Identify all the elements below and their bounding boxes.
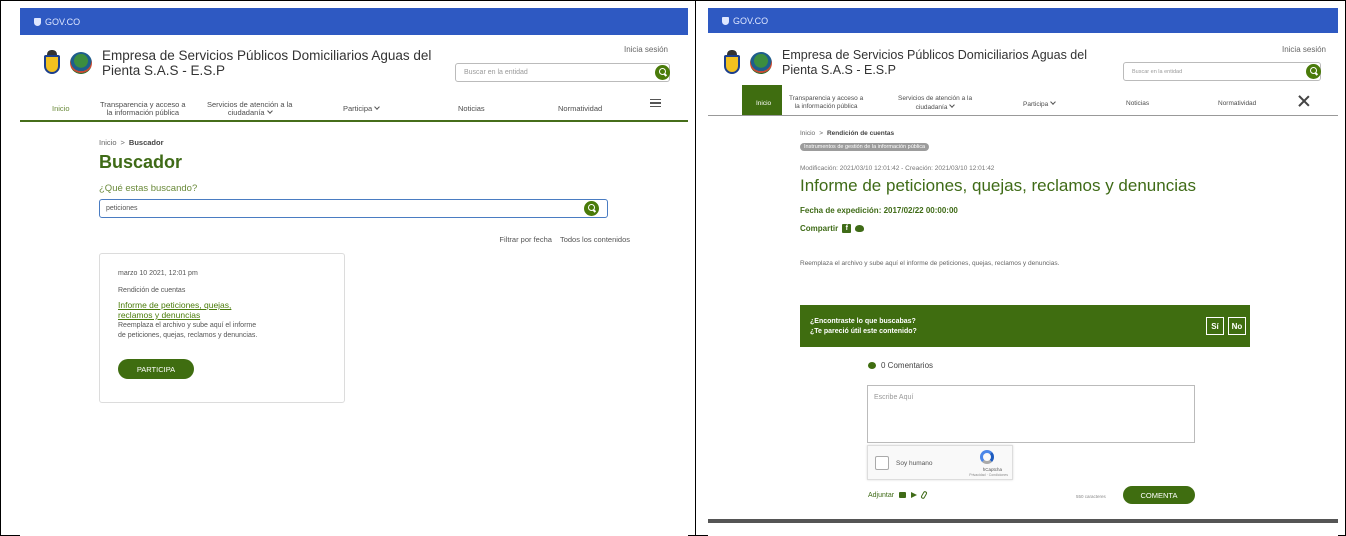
nav-transparencia[interactable]: Transparencia y acceso a la información p… <box>789 95 863 111</box>
gov-bar: GOV.CO <box>20 8 688 35</box>
nav-underline <box>708 115 1338 116</box>
gov-shield-icon <box>34 17 41 26</box>
feedback-bar: ¿Encontraste lo que buscabas? ¿Te pareci… <box>800 305 1250 347</box>
login-link[interactable]: Inicia sesión <box>624 45 668 54</box>
bottom-bar <box>708 519 1338 523</box>
search-icon[interactable] <box>584 201 599 216</box>
breadcrumb: Inicio > Buscador <box>99 138 164 147</box>
result-card: marzo 10 2021, 12:01 pm Rendición de cue… <box>99 253 345 403</box>
breadcrumb-current: Rendición de cuentas <box>826 130 895 137</box>
nav-servicios[interactable]: Servicios de atención a la ciudadanía <box>207 101 292 117</box>
nav-normatividad[interactable]: Normatividad <box>1218 100 1256 108</box>
hamburger-menu-icon[interactable] <box>650 99 661 107</box>
captcha-terms[interactable]: Privacidad · Condiciones <box>969 473 1008 477</box>
nav-noticias[interactable]: Noticias <box>1126 100 1149 108</box>
gov-label[interactable]: GOV.CO <box>733 16 768 26</box>
issue-date: Fecha de expedición: 2017/02/22 00:00:00 <box>800 206 958 215</box>
result-description: Reemplaza el archivo y sube aquí el info… <box>118 322 258 339</box>
nav-inicio[interactable]: Inicio <box>52 105 70 113</box>
chevron-right-icon: > <box>120 138 125 147</box>
comment-textarea[interactable]: Escribe Aquí <box>867 385 1195 443</box>
chevron-down-icon <box>374 104 381 110</box>
comments-header: 0 Comentarios <box>868 361 933 370</box>
result-date: marzo 10 2021, 12:01 pm <box>118 270 198 277</box>
feedback-yes-button[interactable]: Sí <box>1206 317 1224 335</box>
captcha-label: Soy humano <box>896 460 933 467</box>
entity-brand[interactable]: Empresa de Servicios Públicos Domiciliar… <box>720 48 1087 78</box>
chevron-down-icon <box>266 108 273 114</box>
chevron-right-icon: > <box>819 130 823 137</box>
chevron-down-icon <box>949 101 956 108</box>
detail-page-panel: GOV.CO Empresa de Servicios Públicos Dom… <box>708 8 1338 536</box>
nav-servicios[interactable]: Servicios de atención a la ciudadanía <box>898 95 972 112</box>
search-page-panel: GOV.CO Empresa de Servicios Públicos Dom… <box>20 8 688 536</box>
entity-brand[interactable]: Empresa de Servicios Públicos Domiciliar… <box>40 48 431 78</box>
login-link[interactable]: Inicia sesión <box>1282 45 1326 54</box>
twitter-icon[interactable] <box>855 225 865 232</box>
dates-meta: Modificación: 2021/03/10 12:01:42 - Crea… <box>800 165 995 172</box>
nav-normatividad[interactable]: Normatividad <box>558 105 602 113</box>
captcha-widget[interactable]: Soy humano hCaptcha Privacidad · Condici… <box>867 445 1013 480</box>
panel-divider <box>695 0 696 536</box>
main-nav: Inicio Transparencia y acceso a la inform… <box>20 98 688 120</box>
main-nav: Inicio Transparencia y acceso a la inform… <box>708 92 1338 114</box>
captcha-checkbox[interactable] <box>875 456 889 470</box>
entity-logo-icon <box>750 52 772 74</box>
entity-search-input[interactable]: Buscar en la entidad <box>455 63 670 82</box>
nav-noticias[interactable]: Noticias <box>458 105 485 113</box>
page-title: Buscador <box>99 152 183 172</box>
nav-participa[interactable]: Participa <box>343 104 381 113</box>
hcaptcha-logo-icon <box>980 450 994 464</box>
gov-bar: GOV.CO <box>708 8 1338 33</box>
captcha-brand: hCaptcha <box>982 467 1002 472</box>
category-tag[interactable]: Instrumentos de gestión de la informació… <box>800 143 930 151</box>
main-search-input[interactable]: peticiones <box>99 199 608 218</box>
nav-inicio[interactable]: Inicio <box>756 100 771 108</box>
comment-bubble-icon <box>868 362 876 369</box>
chevron-down-icon <box>1050 99 1057 105</box>
close-icon[interactable] <box>1298 95 1310 107</box>
document-body: Reemplaza el archivo y sube aquí el info… <box>800 260 1060 267</box>
camera-icon[interactable] <box>899 492 907 498</box>
facebook-icon[interactable]: f <box>842 224 852 233</box>
breadcrumb: Inicio > Rendición de cuentas <box>800 130 894 137</box>
video-icon[interactable] <box>911 492 918 498</box>
result-link[interactable]: Informe de peticiones, quejas, reclamos y… <box>118 300 268 320</box>
breadcrumb-home[interactable]: Inicio <box>800 130 815 137</box>
share-row: Compartir f <box>800 224 865 233</box>
search-icon[interactable] <box>655 65 670 80</box>
gov-shield-icon <box>722 16 729 25</box>
result-category: Rendición de cuentas <box>118 287 186 294</box>
document-title: Informe de peticiones, quejas, reclamos … <box>800 176 1196 195</box>
nav-transparencia[interactable]: Transparencia y acceso a la información p… <box>100 101 186 117</box>
nav-participa[interactable]: Participa <box>1023 99 1057 109</box>
breadcrumb-current: Buscador <box>128 138 164 147</box>
entity-name: Empresa de Servicios Públicos Domiciliar… <box>782 48 1087 77</box>
filter-content-dropdown[interactable]: Todos los contenidos <box>560 235 630 244</box>
gov-label[interactable]: GOV.CO <box>45 17 80 27</box>
paperclip-icon[interactable] <box>920 490 928 500</box>
search-question-label: ¿Qué estas buscando? <box>99 183 198 194</box>
comment-submit-button[interactable]: COMENTA <box>1123 486 1195 504</box>
entity-search-input[interactable]: Buscar en la entidad <box>1123 62 1321 81</box>
coat-of-arms-icon <box>40 50 64 76</box>
coat-of-arms-icon <box>720 50 744 76</box>
nav-underline <box>20 120 688 122</box>
search-icon[interactable] <box>1306 64 1321 79</box>
participa-button[interactable]: PARTICIPA <box>118 359 194 379</box>
attach-row: Adjuntar <box>868 490 928 500</box>
char-counter: 550 caracteres <box>1076 494 1106 499</box>
filters: Filtrar por fecha Todos los contenidos <box>499 235 630 244</box>
breadcrumb-home[interactable]: Inicio <box>99 138 117 147</box>
filter-date-dropdown[interactable]: Filtrar por fecha <box>499 235 552 244</box>
entity-name: Empresa de Servicios Públicos Domiciliar… <box>102 48 432 78</box>
feedback-no-button[interactable]: No <box>1228 317 1246 335</box>
entity-logo-icon <box>70 52 92 74</box>
